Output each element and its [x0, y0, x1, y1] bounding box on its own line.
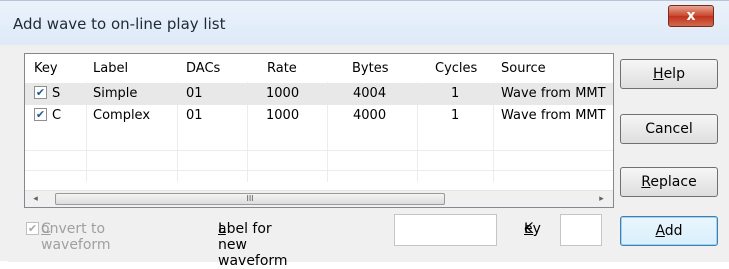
row-bytes: 4004	[353, 86, 387, 101]
column-header-source[interactable]: Source	[501, 61, 546, 76]
scroll-right-icon[interactable]: ▸	[593, 192, 610, 207]
close-button[interactable]: x	[668, 5, 714, 27]
horizontal-scrollbar[interactable]: ◂ III ▸	[25, 190, 613, 207]
row-bytes: 4000	[353, 108, 387, 123]
key-input[interactable]	[560, 214, 602, 246]
row-checkbox[interactable]: ✔	[34, 108, 47, 121]
row-label: Complex	[93, 108, 151, 123]
dialog-body: Key Label DACs Rate Bytes Cycles Source …	[8, 45, 729, 269]
label-input[interactable]	[394, 214, 497, 246]
grip-icon: III	[246, 194, 254, 203]
row-label: Simple	[93, 86, 138, 101]
column-header-bytes[interactable]: Bytes	[352, 61, 388, 76]
row-dacs: 01	[186, 86, 203, 101]
row-divider	[25, 170, 613, 171]
add-label-post: dd	[664, 223, 683, 239]
row-dacs: 01	[186, 108, 203, 123]
row-rate: 1000	[266, 86, 300, 101]
label-new-post: abel for new waveform	[218, 221, 288, 269]
help-label-accel: H	[653, 66, 664, 82]
row-cycles: 1	[451, 86, 460, 101]
scroll-left-icon[interactable]: ◂	[27, 192, 44, 207]
wave-list[interactable]: Key Label DACs Rate Bytes Cycles Source …	[24, 53, 614, 208]
table-row[interactable]: ✔ S Simple 01 1000 4004 1 Wave from MMT	[25, 83, 613, 105]
row-source: Wave from MMT	[501, 86, 606, 101]
key-label-post: ey	[524, 221, 541, 237]
column-header-key[interactable]: Key	[34, 61, 58, 76]
list-header: Key Label DACs Rate Bytes Cycles Source	[25, 54, 613, 82]
replace-label-post: eplace	[650, 174, 697, 190]
replace-button[interactable]: Replace	[620, 167, 718, 197]
dialog-window: Add wave to on-line play list x Key Labe…	[0, 0, 729, 269]
row-checkbox[interactable]: ✔	[34, 86, 47, 99]
table-row[interactable]: ✔ C Complex 01 1000 4000 1 Wave from MMT	[25, 105, 613, 127]
cancel-button[interactable]: Cancel	[620, 114, 718, 144]
row-key: C	[52, 108, 62, 123]
title-bar[interactable]: Add wave to on-line play list x	[0, 1, 729, 45]
column-header-rate[interactable]: Rate	[267, 61, 297, 76]
row-source: Wave from MMT	[501, 108, 606, 123]
row-rate: 1000	[266, 108, 300, 123]
row-cycles: 1	[451, 108, 460, 123]
add-button[interactable]: Add	[620, 216, 718, 246]
row-divider	[25, 150, 613, 151]
column-header-cycles[interactable]: Cycles	[435, 61, 477, 76]
convert-label-post: onvert to waveform	[41, 221, 111, 253]
help-label-post: elp	[663, 66, 685, 82]
convert-checkbox[interactable]: ✔	[26, 222, 39, 235]
scroll-thumb[interactable]: III	[55, 193, 445, 205]
window-title: Add wave to on-line play list	[13, 15, 226, 33]
add-label-accel: A	[655, 223, 665, 239]
column-header-label[interactable]: Label	[93, 61, 128, 76]
column-header-dacs[interactable]: DACs	[186, 61, 220, 76]
row-key: S	[52, 86, 61, 101]
help-button[interactable]: Help	[620, 59, 718, 89]
